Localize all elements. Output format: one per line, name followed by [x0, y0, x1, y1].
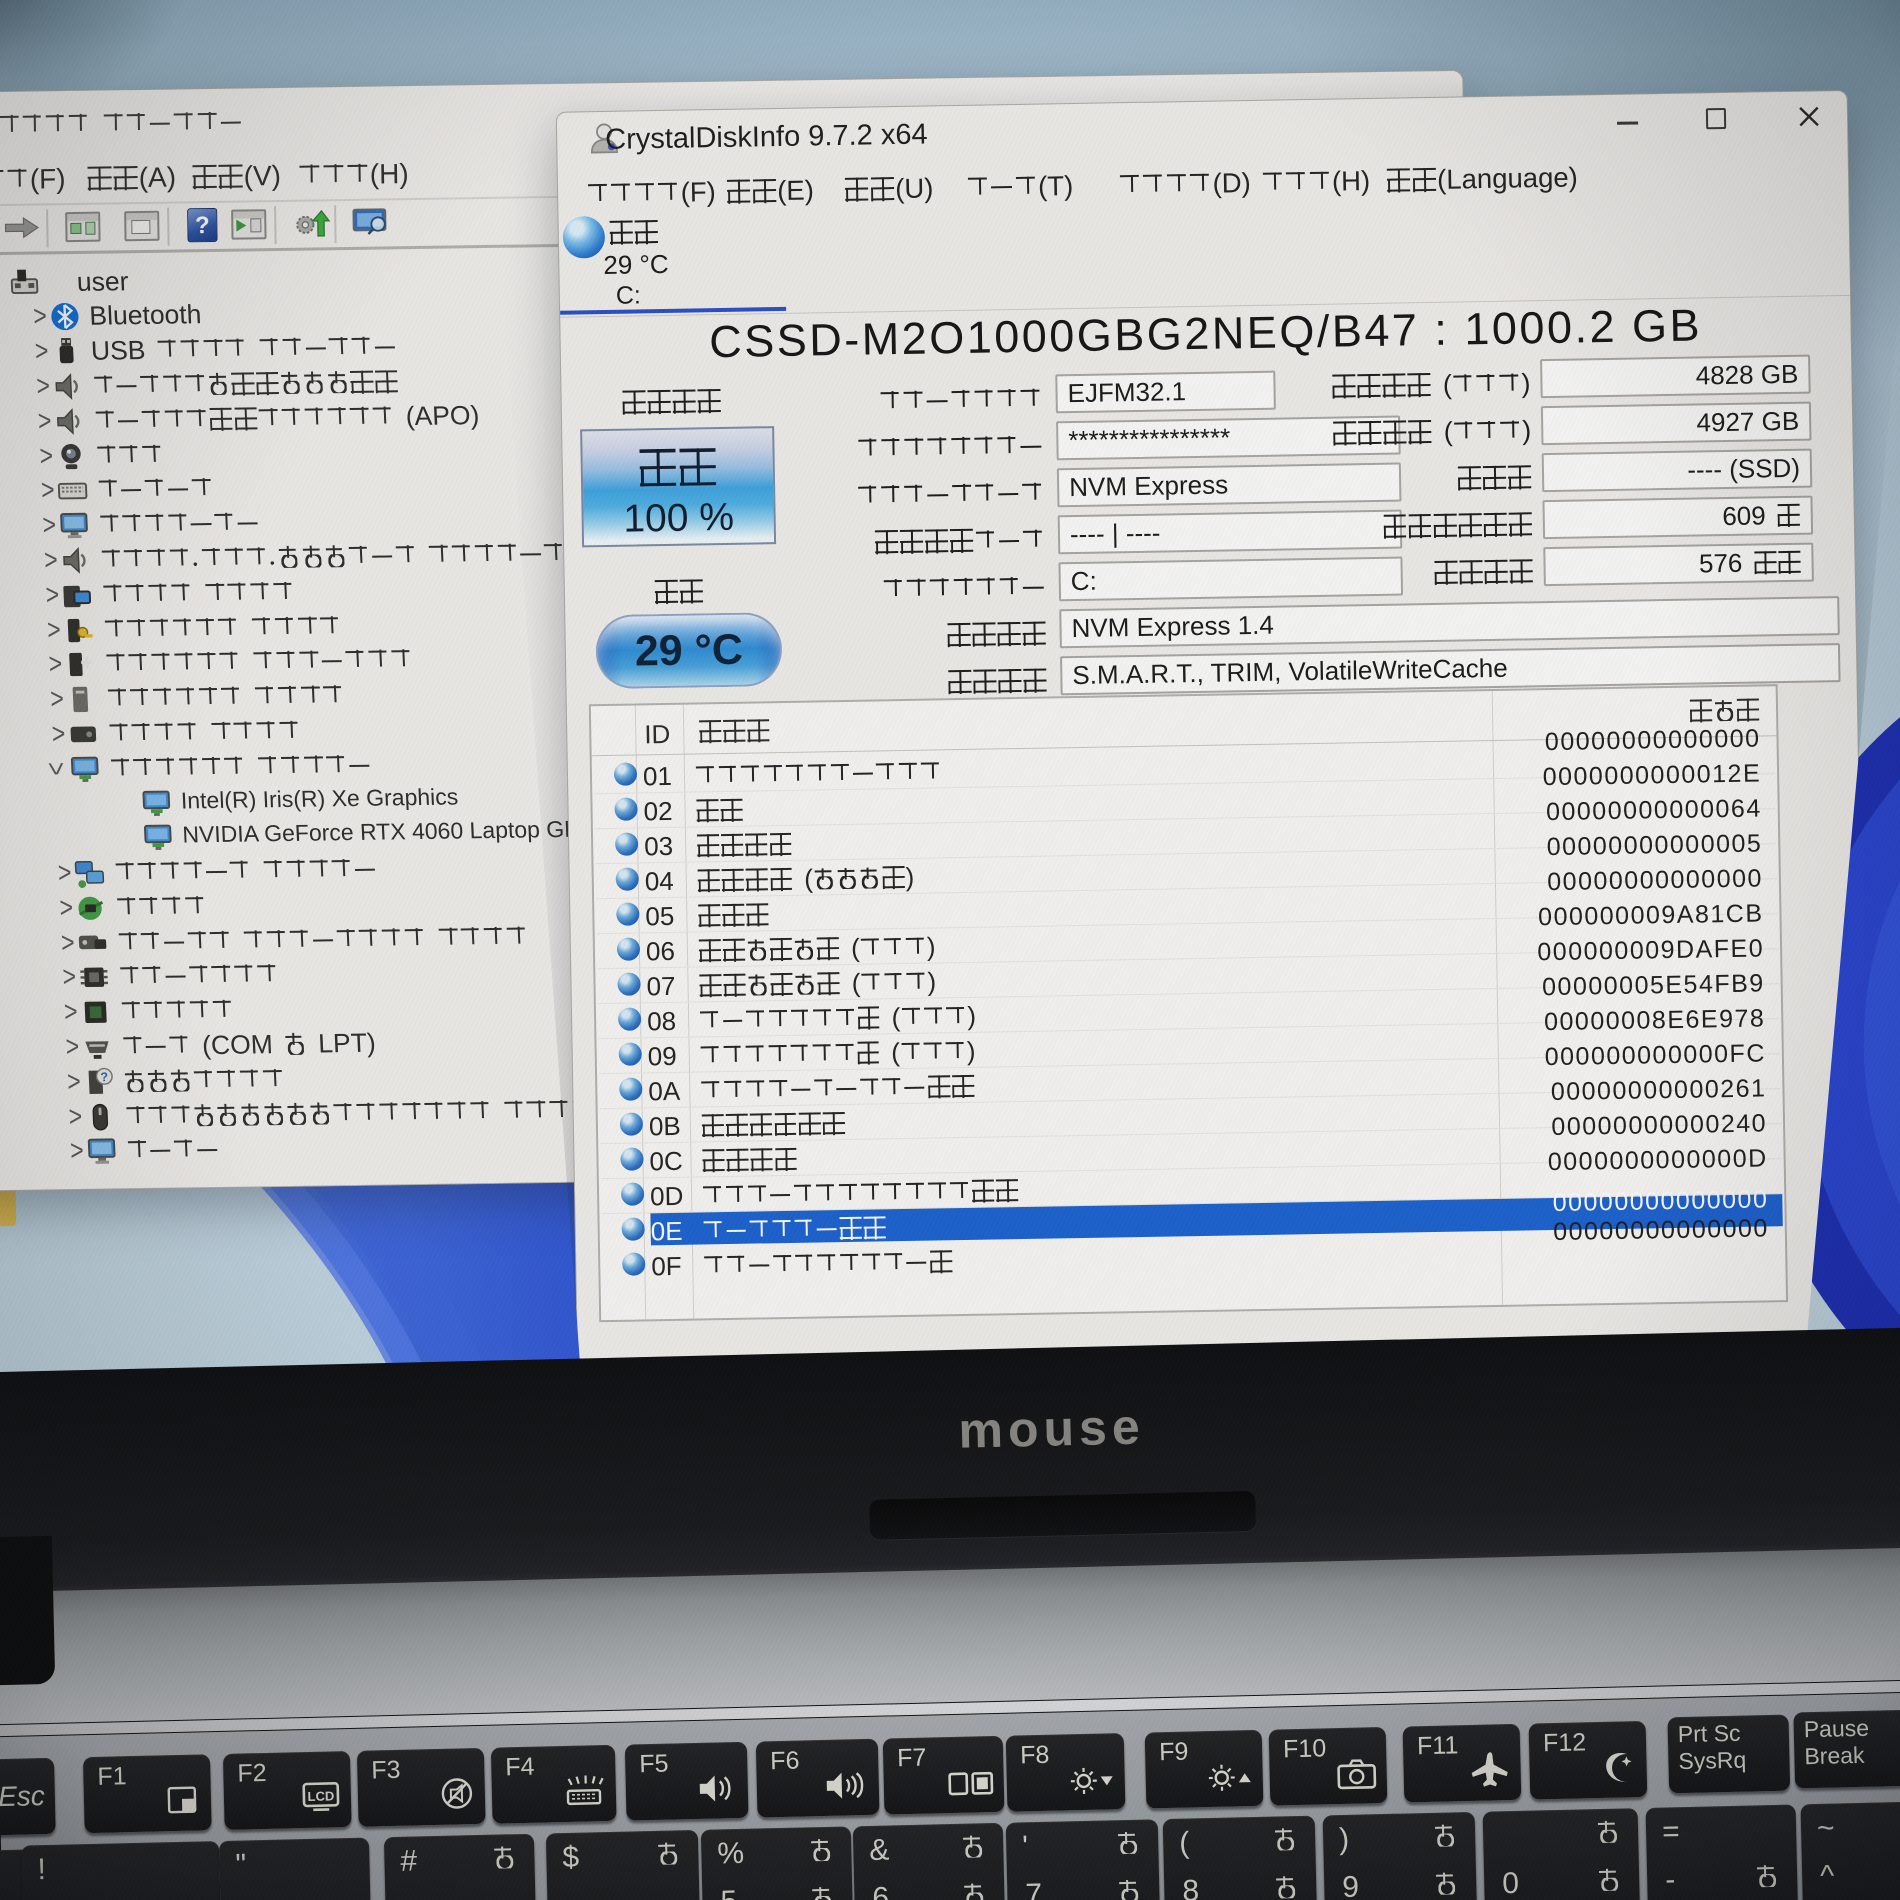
- svg-text:LCD: LCD: [307, 1788, 334, 1804]
- svg-text:?: ?: [100, 1070, 108, 1084]
